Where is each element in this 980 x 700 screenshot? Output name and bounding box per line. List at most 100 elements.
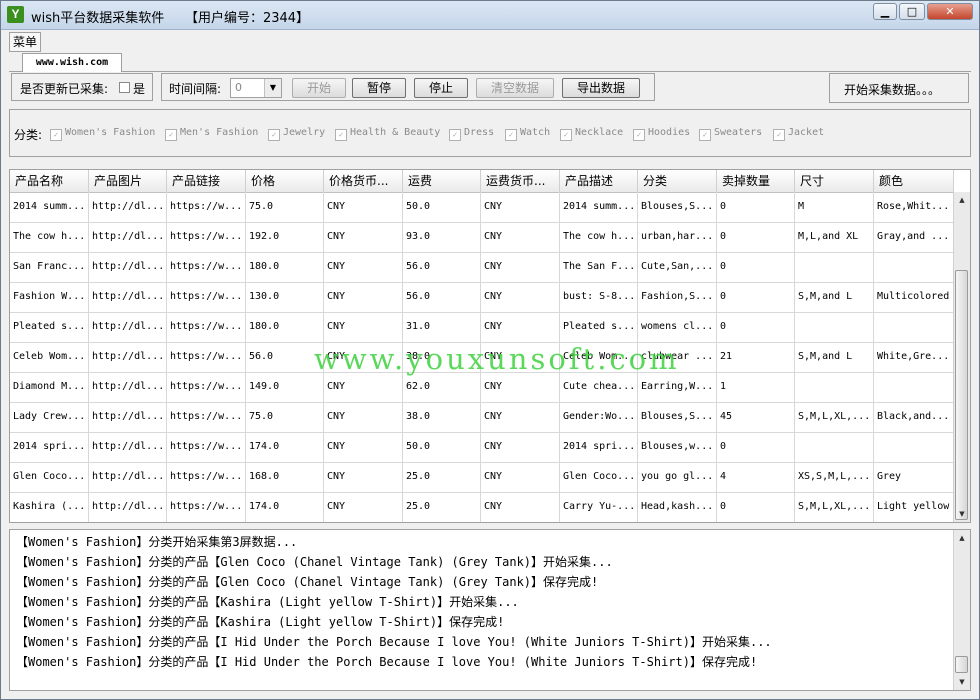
table-cell: 149.0 bbox=[246, 372, 324, 402]
category-jewelry[interactable]: ✓ Jewelry bbox=[268, 127, 325, 141]
column-header[interactable]: 产品描述 bbox=[560, 170, 638, 192]
maximize-icon: □ bbox=[906, 5, 918, 18]
category-health-beauty[interactable]: ✓ Health & Beauty bbox=[335, 127, 440, 141]
table-cell: http://dl... bbox=[89, 222, 167, 252]
category-dress[interactable]: ✓ Dress bbox=[449, 127, 494, 141]
table-row[interactable]: Lady Crew... http://dl... https://w... 75.0… bbox=[10, 402, 954, 433]
clear-data-button[interactable]: 清空数据 bbox=[476, 78, 554, 98]
category-hoodies[interactable]: ✓ Hoodies bbox=[633, 127, 690, 141]
table-cell: 2014 spri... bbox=[10, 432, 89, 462]
table-cell: 56.0 bbox=[403, 252, 481, 282]
chevron-down-icon[interactable]: ▼ bbox=[264, 79, 281, 97]
column-header[interactable]: 产品名称 bbox=[10, 170, 89, 192]
minimize-button[interactable]: ▁ bbox=[873, 3, 897, 20]
table-cell: Diamond M... bbox=[10, 372, 89, 402]
table-row[interactable]: Pleated s... http://dl... https://w... 180.… bbox=[10, 312, 954, 343]
table-cell: Cute,San,... bbox=[638, 252, 717, 282]
update-option-group: 是否更新已采集: 是 bbox=[11, 73, 153, 101]
column-header[interactable]: 卖掉数量 bbox=[717, 170, 795, 192]
close-button[interactable]: ✕ bbox=[927, 3, 973, 20]
table-cell: Lady Crew... bbox=[10, 402, 89, 432]
table-cell: http://dl... bbox=[89, 192, 167, 222]
table-row[interactable]: Fashion W... http://dl... https://w... 130.… bbox=[10, 282, 954, 313]
scroll-up-icon[interactable]: ▲ bbox=[955, 531, 969, 545]
table-cell: https://w... bbox=[167, 372, 246, 402]
column-header[interactable]: 运费货币... bbox=[481, 170, 560, 192]
table-cell: 75.0 bbox=[246, 192, 324, 222]
table-cell: http://dl... bbox=[89, 372, 167, 402]
table-row[interactable]: 2014 summ... http://dl... https://w... 75.0… bbox=[10, 192, 954, 223]
category-watch[interactable]: ✓ Watch bbox=[505, 127, 550, 141]
table-cell: M bbox=[795, 192, 874, 222]
column-header[interactable]: 分类 bbox=[638, 170, 717, 192]
table-cell: The San F... bbox=[560, 252, 638, 282]
table-cell: Glen Coco... bbox=[10, 462, 89, 492]
category-jacket[interactable]: ✓ Jacket bbox=[773, 127, 824, 141]
scroll-thumb[interactable] bbox=[955, 656, 968, 673]
table-cell: Light yellow bbox=[874, 492, 954, 522]
log-scrollbar[interactable]: ▲ ▼ bbox=[953, 530, 970, 690]
table-scrollbar[interactable]: ▲ ▼ bbox=[953, 192, 970, 522]
table-cell: Blouses,S... bbox=[638, 192, 717, 222]
table-cell: 56.0 bbox=[403, 282, 481, 312]
table-cell: Black,and... bbox=[874, 402, 954, 432]
column-header[interactable]: 产品链接 bbox=[167, 170, 246, 192]
table-cell: XS,S,M,L,... bbox=[795, 462, 874, 492]
category-womens-fashion[interactable]: ✓ Women's Fashion bbox=[50, 127, 155, 141]
table-cell: 45 bbox=[717, 402, 795, 432]
export-data-button[interactable]: 导出数据 bbox=[562, 78, 640, 98]
table-row[interactable]: The cow h... http://dl... https://w... 192.… bbox=[10, 222, 954, 253]
table-cell: Grey bbox=[874, 462, 954, 492]
table-cell: Carry Yu-... bbox=[560, 492, 638, 522]
scroll-down-icon[interactable]: ▼ bbox=[955, 507, 969, 521]
table-cell: 1 bbox=[717, 372, 795, 402]
log-line: 【Women's Fashion】分类开始采集第3屏数据... bbox=[16, 535, 298, 549]
table-cell: 174.0 bbox=[246, 492, 324, 522]
table-cell: M,L,and XL bbox=[795, 222, 874, 252]
maximize-button[interactable]: □ bbox=[899, 3, 925, 20]
start-button[interactable]: 开始 bbox=[292, 78, 346, 98]
table-cell: 38.0 bbox=[403, 342, 481, 372]
table-cell: https://w... bbox=[167, 432, 246, 462]
table-row[interactable]: Diamond M... http://dl... https://w... 149.… bbox=[10, 372, 954, 403]
table-cell: S,M,and L bbox=[795, 342, 874, 372]
scroll-down-icon[interactable]: ▼ bbox=[955, 675, 969, 689]
category-necklace[interactable]: ✓ Necklace bbox=[560, 127, 623, 141]
interval-value: 0 bbox=[235, 81, 242, 94]
table-cell: CNY bbox=[481, 192, 560, 222]
column-header[interactable]: 价格货币... bbox=[324, 170, 403, 192]
table-row[interactable]: San Franc... http://dl... https://w... 180.… bbox=[10, 252, 954, 283]
table-cell: Gender:Wo... bbox=[560, 402, 638, 432]
table-cell: 174.0 bbox=[246, 432, 324, 462]
stop-button[interactable]: 停止 bbox=[414, 78, 468, 98]
log-line: 【Women's Fashion】分类的产品【Kashira (Light ye… bbox=[16, 595, 519, 609]
column-header[interactable]: 颜色 bbox=[874, 170, 954, 192]
table-row[interactable]: Glen Coco... http://dl... https://w... 168.… bbox=[10, 462, 954, 493]
table-row[interactable]: Kashira (... http://dl... https://w... 174.… bbox=[10, 492, 954, 522]
column-header[interactable]: 运费 bbox=[403, 170, 481, 192]
category-mens-fashion[interactable]: ✓ Men's Fashion bbox=[165, 127, 258, 141]
table-cell: Kashira (... bbox=[10, 492, 89, 522]
column-header[interactable]: 产品图片 bbox=[89, 170, 167, 192]
table-cell: 168.0 bbox=[246, 462, 324, 492]
column-header[interactable]: 尺寸 bbox=[795, 170, 874, 192]
tab-wish[interactable]: www.wish.com bbox=[22, 53, 122, 72]
column-header[interactable]: 价格 bbox=[246, 170, 324, 192]
title-bar[interactable]: Y wish平台数据采集软件 【用户编号：2344】 ▁ □ ✕ bbox=[1, 1, 979, 30]
scroll-up-icon[interactable]: ▲ bbox=[955, 193, 969, 207]
interval-select[interactable]: 0 ▼ bbox=[230, 78, 282, 98]
table-row[interactable]: 2014 spri... http://dl... https://w... 174.… bbox=[10, 432, 954, 463]
table-row[interactable]: Celeb Wom... http://dl... https://w... 56.0… bbox=[10, 342, 954, 373]
category-sweaters[interactable]: ✓ Sweaters bbox=[699, 127, 762, 141]
table-cell: 4 bbox=[717, 462, 795, 492]
table-cell: http://dl... bbox=[89, 252, 167, 282]
table-cell: http://dl... bbox=[89, 312, 167, 342]
menu-item-main[interactable]: 菜单 bbox=[9, 32, 42, 52]
status-text: 开始采集数据。。。 bbox=[844, 83, 941, 97]
table-cell: https://w... bbox=[167, 402, 246, 432]
update-checkbox[interactable] bbox=[119, 82, 130, 93]
scroll-thumb[interactable] bbox=[955, 270, 968, 520]
table-cell: 2014 summ... bbox=[560, 192, 638, 222]
pause-button[interactable]: 暂停 bbox=[352, 78, 406, 98]
table-cell: Earring,W... bbox=[638, 372, 717, 402]
